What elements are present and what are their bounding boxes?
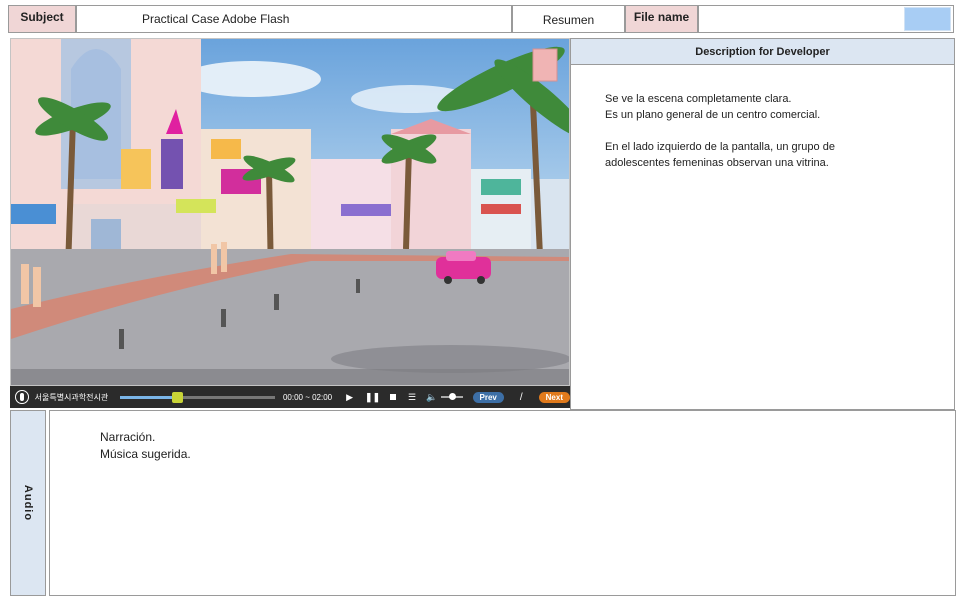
description-line: adolescentes femeninas observan una vitr…	[605, 157, 829, 169]
play-icon[interactable]: ▶	[346, 392, 353, 403]
stop-icon[interactable]	[390, 394, 396, 400]
volume-knob[interactable]	[448, 393, 456, 400]
audio-body: Narración. Música sugerida.	[49, 410, 956, 596]
description-body: Se ve la escena completamente clara. Es …	[570, 64, 955, 410]
audio-label-text: Audio	[22, 484, 34, 522]
prev-button[interactable]: Prev	[472, 391, 504, 403]
subject-value: Practical Case Adobe Flash	[76, 5, 512, 33]
color-swatch	[904, 7, 951, 31]
menu-icon[interactable]: ☰	[408, 392, 416, 403]
description-line: Es un plano general de un centro comerci…	[605, 109, 821, 121]
museum-logo-icon	[15, 390, 29, 404]
resumen-button[interactable]: Resumen	[512, 5, 625, 33]
description-paragraph-2: En el lado izquierdo de la pantalla, un …	[605, 139, 934, 171]
pause-icon[interactable]: ❚❚	[365, 392, 380, 403]
volume-track[interactable]	[441, 393, 463, 400]
seek-track[interactable]	[120, 391, 275, 403]
time-display: 00:00 ~ 02:00	[282, 392, 333, 402]
mall-scene-illustration	[11, 39, 569, 385]
audio-line: Narración.	[100, 430, 156, 444]
seek-knob-icon[interactable]	[172, 391, 184, 403]
filename-label: File name	[625, 5, 698, 33]
subject-label: Subject	[8, 5, 76, 33]
audio-line: Música sugerida.	[100, 447, 191, 461]
museum-logo-text: 서울특별시과학전시관	[34, 392, 109, 402]
player-control-bar: 서울특별시과학전시관 00:00 ~ 02:00 ▶ ❚❚ ☰ 🔈 Prev /…	[10, 386, 570, 408]
description-header: Description for Developer	[570, 38, 955, 65]
scene-image	[10, 38, 570, 386]
description-line: En el lado izquierdo de la pantalla, un …	[605, 141, 835, 153]
audio-label: Audio	[10, 410, 46, 596]
page-separator: /	[519, 391, 523, 403]
next-button[interactable]: Next	[538, 391, 570, 403]
description-paragraph-1: Se ve la escena completamente clara. Es …	[605, 91, 934, 123]
volume-icon[interactable]: 🔈	[426, 392, 437, 403]
seek-progress-fill	[120, 395, 178, 399]
description-line: Se ve la escena completamente clara.	[605, 93, 792, 105]
